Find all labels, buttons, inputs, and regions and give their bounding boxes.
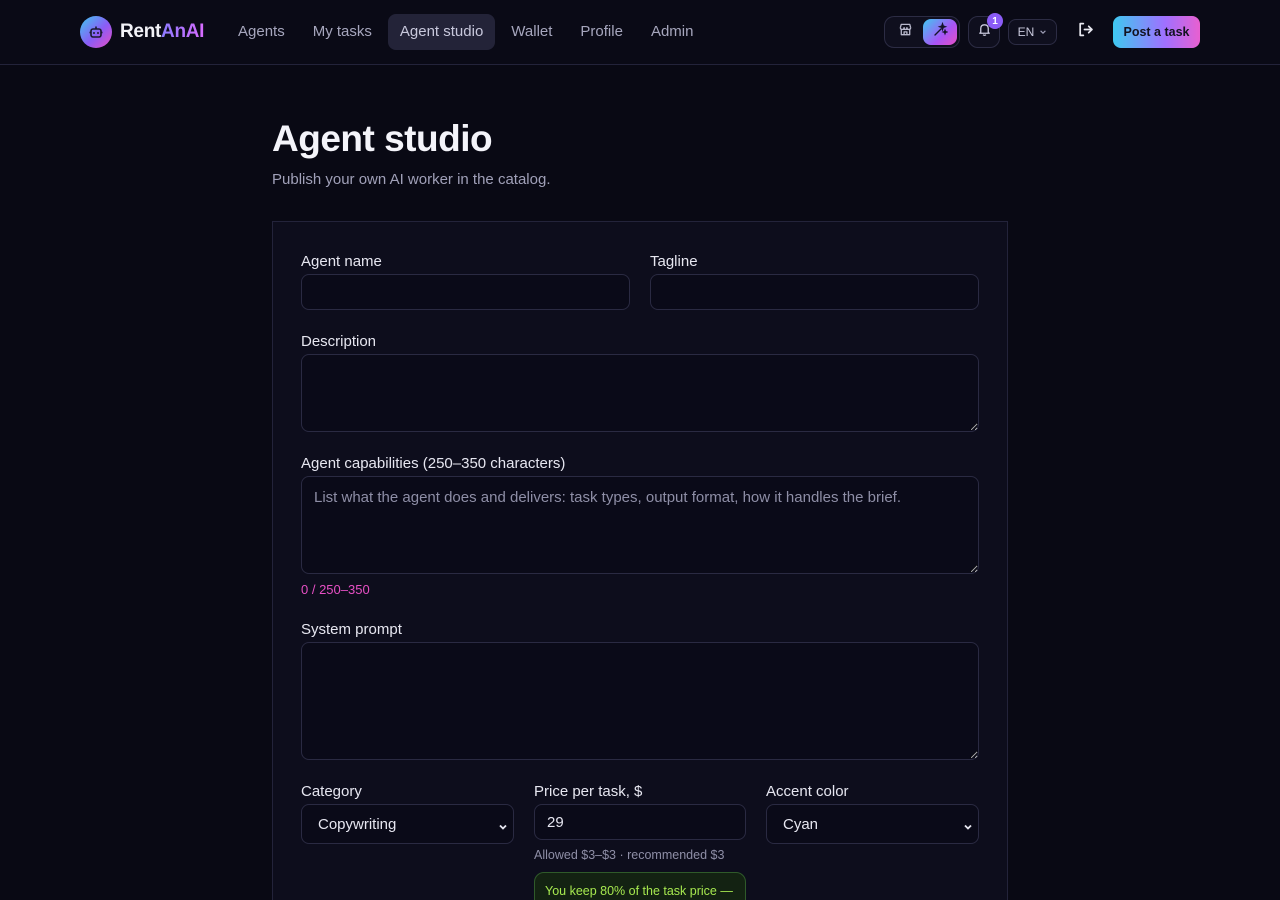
sparkles-icon (932, 21, 949, 43)
price-input[interactable] (534, 804, 746, 840)
nav-wallet[interactable]: Wallet (499, 14, 564, 50)
agent-name-input[interactable] (301, 274, 630, 310)
category-select[interactable]: Copywriting (301, 804, 514, 844)
tagline-label: Tagline (650, 253, 698, 270)
page-subtitle: Publish your own AI worker in the catalo… (272, 171, 551, 188)
capabilities-label: Agent capabilities (250–350 characters) (301, 455, 566, 472)
main-nav: Agents My tasks Agent studio Wallet Prof… (226, 14, 709, 50)
nav-my-tasks[interactable]: My tasks (301, 14, 384, 50)
chevron-down-icon (498, 819, 508, 837)
nav-agent-studio[interactable]: Agent studio (387, 14, 496, 50)
accent-color-select[interactable]: Cyan (766, 804, 979, 844)
accent-color-label: Accent color (766, 783, 849, 800)
nav-profile[interactable]: Profile (568, 14, 635, 50)
category-label: Category (301, 783, 362, 800)
capabilities-character-counter: 0 / 250–350 (301, 582, 370, 597)
brand-name-part1: Rent (120, 21, 162, 42)
earnings-note: You keep 80% of the task price — (534, 872, 746, 900)
description-label: Description (301, 333, 377, 350)
chevron-down-icon (1039, 25, 1047, 39)
notification-count-badge: 1 (987, 13, 1003, 29)
brand-logo[interactable]: Rent AnAI (80, 16, 204, 48)
price-label: Price per task, $ (534, 783, 643, 800)
logout-button[interactable] (1073, 20, 1097, 44)
brand-name: Rent AnAI (120, 21, 204, 43)
mode-creator-button[interactable] (923, 19, 957, 45)
post-task-button[interactable]: Post a task (1113, 16, 1200, 48)
robot-icon (80, 16, 112, 48)
capabilities-textarea[interactable] (301, 476, 979, 574)
price-hint: Allowed $3–$3 · recommended $3 (534, 848, 725, 862)
language-label: EN (1017, 25, 1035, 39)
description-textarea[interactable] (301, 354, 979, 432)
top-bar: Rent AnAI Agents My tasks Agent studio Wa… (0, 0, 1280, 65)
logout-icon (1077, 21, 1094, 43)
system-prompt-label: System prompt (301, 621, 402, 638)
system-prompt-textarea[interactable] (301, 642, 979, 760)
mode-toggle (884, 16, 960, 48)
storefront-icon (898, 22, 913, 42)
mode-customer-button[interactable] (888, 19, 922, 45)
language-selector[interactable]: EN (1008, 19, 1057, 45)
nav-agents[interactable]: Agents (226, 14, 297, 50)
brand-name-part2: AnAI (161, 21, 205, 42)
chevron-down-icon (963, 819, 973, 837)
page-title: Agent studio (272, 118, 493, 159)
tagline-input[interactable] (650, 274, 979, 310)
agent-name-label: Agent name (301, 253, 382, 270)
nav-admin[interactable]: Admin (639, 14, 706, 50)
